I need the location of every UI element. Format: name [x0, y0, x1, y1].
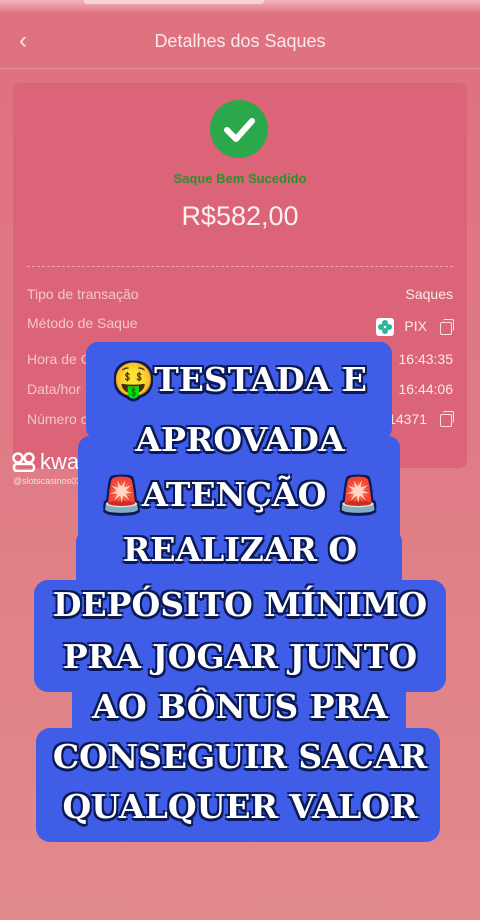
app-header: ‹ Detalhes dos Saques [0, 14, 480, 68]
withdraw-method-label: Método de Saque [27, 315, 138, 331]
overlay-line: QUALQUER VALOR [62, 787, 418, 826]
pix-icon [376, 318, 394, 336]
page-title: Detalhes dos Saques [154, 30, 326, 51]
overlay-line: DEPÓSITO MÍNIMO [52, 585, 428, 624]
status-bar [0, 0, 480, 14]
overlay-line: 🚨ATENÇÃO 🚨 [101, 475, 379, 514]
header-divider [0, 68, 480, 69]
overlay-line: AO BÔNUS PRA [92, 687, 388, 726]
transaction-type-label: Tipo de transação [27, 286, 139, 302]
overlay-line: 🤑TESTADA E [113, 360, 367, 399]
status-text: Saque Bem Sucedido [173, 171, 307, 186]
overlay-line: PRA JOGAR JUNTO [62, 637, 418, 676]
transaction-type-value: Saques [405, 286, 453, 302]
overlay-line: APROVADA [135, 420, 345, 459]
back-chevron-icon[interactable]: ‹ [8, 24, 38, 58]
withdraw-method-value: PIX [404, 318, 427, 334]
overlay-line: CONSEGUIR SACAR [52, 737, 428, 776]
overlay-line: REALIZAR O [122, 530, 358, 569]
dashed-divider [27, 266, 453, 267]
amount-value: R$582,00 [181, 201, 299, 231]
withdrawal-receipt-card: Saque Bem Sucedido R$582,00 Tipo de tran… [13, 83, 467, 468]
success-check-icon [210, 100, 268, 158]
copy-icon[interactable] [440, 319, 454, 335]
